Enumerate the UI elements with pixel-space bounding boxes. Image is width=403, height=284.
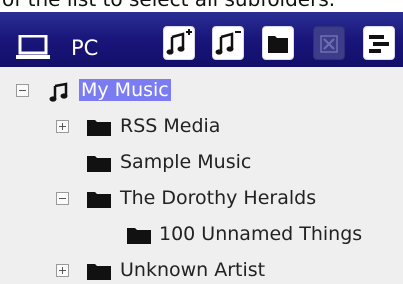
- instruction-text: of the list to select all subfolders.: [2, 0, 335, 11]
- folder-icon: [87, 192, 111, 208]
- tree-node-rss-media[interactable]: RSS Media: [0, 109, 403, 145]
- remove-music-folder-icon: [215, 31, 241, 55]
- folder-icon: [268, 36, 288, 53]
- delete-button[interactable]: [313, 26, 345, 60]
- expand-toggle[interactable]: [56, 120, 69, 133]
- music-library-panel: of the list to select all subfolders. PC: [0, 0, 403, 284]
- tree-node-label[interactable]: My Music: [79, 79, 171, 101]
- folder-icon: [87, 156, 111, 172]
- menu-lines-icon: [369, 35, 389, 53]
- folder-icon: [87, 120, 111, 136]
- tree-node-label[interactable]: Unknown Artist: [120, 259, 265, 281]
- music-note-icon: [49, 82, 68, 102]
- collapse-toggle[interactable]: [16, 84, 29, 97]
- tree-node-unknown-artist[interactable]: Unknown Artist: [0, 253, 403, 284]
- tree-node-label[interactable]: RSS Media: [120, 115, 220, 137]
- tree-node-my-music[interactable]: My Music: [0, 73, 403, 109]
- add-music-folder-icon: [166, 29, 192, 55]
- device-label[interactable]: PC: [71, 36, 98, 60]
- folder-icon: [87, 264, 111, 280]
- laptop-icon[interactable]: [16, 35, 50, 59]
- tree-node-sample-music[interactable]: Sample Music: [0, 145, 403, 181]
- menu-button[interactable]: [363, 26, 395, 60]
- toolbar: PC: [0, 12, 403, 67]
- tree-node-label[interactable]: Sample Music: [120, 151, 251, 173]
- tree-node-the-dorothy-heralds[interactable]: The Dorothy Heralds: [0, 181, 403, 217]
- folder-button[interactable]: [262, 26, 294, 60]
- tree-node-label[interactable]: The Dorothy Heralds: [120, 187, 316, 209]
- collapse-toggle[interactable]: [56, 192, 69, 205]
- tree-node-100-unnamed-things[interactable]: 100 Unnamed Things: [0, 217, 403, 253]
- folder-tree: My Music RSS Media Sample Music The Doro…: [0, 67, 403, 284]
- add-music-folder-button[interactable]: [163, 26, 195, 60]
- remove-music-folder-button[interactable]: [212, 26, 244, 60]
- expand-toggle[interactable]: [56, 264, 69, 277]
- folder-icon: [127, 228, 151, 244]
- tree-node-label[interactable]: 100 Unnamed Things: [159, 223, 362, 245]
- delete-x-icon: [320, 35, 338, 53]
